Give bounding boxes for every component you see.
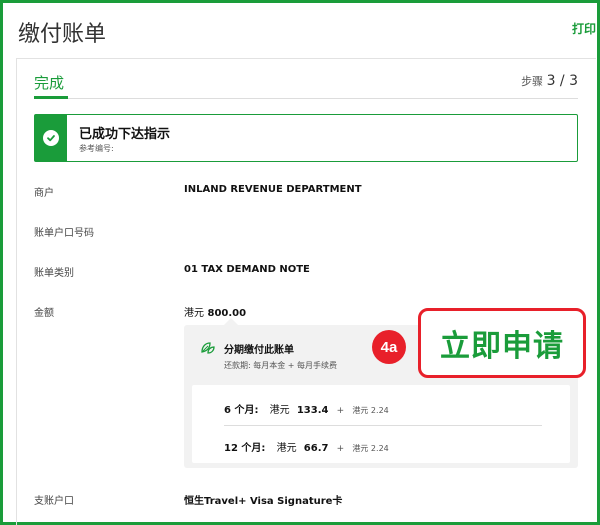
page-title: 缴付账单: [18, 22, 107, 47]
merchant-label: 商户: [34, 188, 54, 199]
pay-account-label: 支账户口: [34, 496, 74, 507]
plan-fee: 港元 2.24: [352, 406, 389, 415]
plan-currency: 港元: [276, 443, 297, 454]
apply-now-label: 立即申请: [440, 329, 564, 364]
installment-subtitle: 还款期: 每月本金 + 每月手续费: [224, 361, 338, 370]
plan-label: 12 个月:: [224, 443, 266, 454]
amount-currency: 港元: [184, 308, 204, 319]
plan-amount: 133.4: [296, 405, 329, 416]
amount-label: 金额: [34, 308, 54, 319]
plus-sign: +: [336, 444, 345, 454]
plan-amount: 66.7: [303, 443, 329, 454]
pay-account-value: 恒生Travel+ Visa Signature卡: [184, 496, 343, 507]
check-icon: [43, 130, 59, 146]
plan-currency: 港元: [269, 405, 290, 416]
installment-plan-list: 6 个月: 港元 133.4 + 港元 2.24 12 个月: 港元 66.7 …: [192, 385, 570, 463]
plan-label: 6 个月:: [224, 405, 259, 416]
installment-title: 分期缴付此账单: [224, 345, 294, 356]
step-prefix: 步骤: [521, 75, 544, 88]
plan-fee: 港元 2.24: [352, 444, 389, 453]
success-title: 已成功下达指示: [79, 127, 171, 142]
success-message: 已成功下达指示 参考编号:: [34, 114, 578, 162]
leaf-icon: [201, 342, 215, 354]
reference-label: 参考编号:: [79, 144, 114, 153]
step-underline: [34, 96, 68, 99]
installment-plan-12[interactable]: 12 个月: 港元 66.7 + 港元 2.24: [224, 439, 389, 454]
plus-sign: +: [336, 406, 345, 416]
step-divider: [34, 98, 578, 99]
bill-type-label: 账单类别: [34, 268, 74, 279]
bill-type-value: 01 TAX DEMAND NOTE: [184, 264, 310, 275]
plan-divider: [224, 425, 542, 426]
amount-value: 港元 800.00: [184, 304, 246, 319]
apply-now-button[interactable]: 立即申请: [418, 308, 586, 378]
installment-plan-6[interactable]: 6 个月: 港元 133.4 + 港元 2.24: [224, 401, 389, 416]
step-badge: 4a: [372, 330, 406, 364]
step-counter: 步骤 3 / 3: [521, 73, 578, 89]
success-stripe: [35, 115, 67, 161]
bill-account-label: 账单户口号码: [34, 228, 94, 239]
print-link[interactable]: 打印: [572, 20, 596, 37]
step-number: 3 / 3: [546, 73, 578, 89]
merchant-value: INLAND REVENUE DEPARTMENT: [184, 184, 362, 195]
step-title: 完成: [34, 74, 65, 92]
